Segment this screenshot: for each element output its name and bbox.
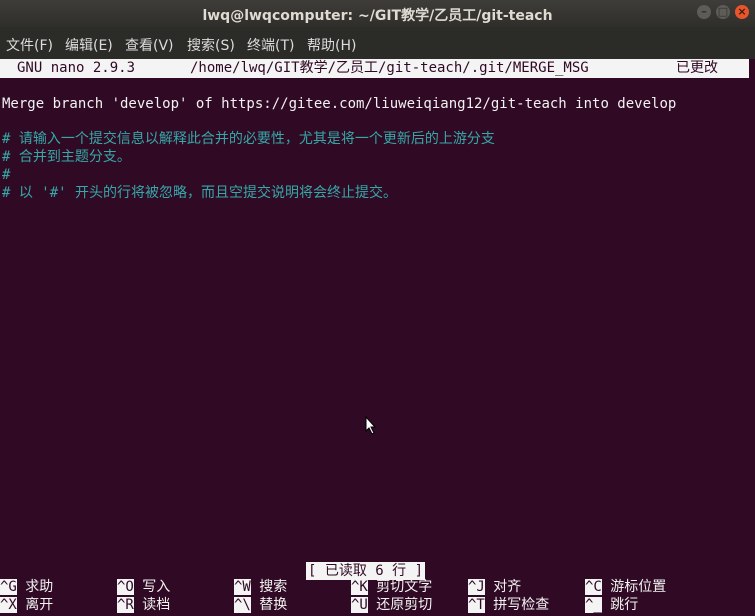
nano-modified-state: 已更改 [676,60,718,76]
shortcut-where-is[interactable]: ^W 搜索 [234,579,287,596]
menu-file[interactable]: 文件(F) [6,35,53,55]
shortcut-spell-check[interactable]: ^T 拼写检查 [468,597,549,614]
window-titlebar: lwq@lwqcomputer: ~/GIT教学/乙员工/git-teach –… [0,0,755,27]
menu-bar: 文件(F) 编辑(E) 查看(V) 搜索(S) 终端(T) 帮助(H) [0,27,755,59]
comment-line: # [2,167,11,183]
close-button[interactable]: × [735,5,749,19]
shortcut-replace[interactable]: ^\ 替换 [234,597,287,614]
shortcut-read-file[interactable]: ^R 读档 [117,597,170,614]
menu-search[interactable]: 搜索(S) [187,35,235,55]
shortcut-go-to-line[interactable]: ^_ 跳行 [585,597,638,614]
comment-line: # 合并到主题分支。 [2,149,131,165]
menu-terminal[interactable]: 终端(T) [247,35,294,55]
menu-edit[interactable]: 编辑(E) [65,35,113,55]
shortcut-cut-text[interactable]: ^K 剪切文字 [351,579,432,596]
window-title: lwq@lwqcomputer: ~/GIT教学/乙员工/git-teach [202,8,553,24]
merge-message-line: Merge branch 'develop' of https://gitee.… [2,96,677,112]
nano-filename: /home/lwq/GIT教学/乙员工/git-teach/.git/MERGE… [190,60,589,76]
nano-version: GNU nano 2.9.3 [17,60,136,76]
minimize-button[interactable]: – [697,5,711,19]
shortcut-justify[interactable]: ^J 对齐 [468,579,521,596]
shortcut-uncut-text[interactable]: ^U 还原剪切 [351,597,432,614]
nano-header: GNU nano 2.9.3 /home/lwq/GIT教学/乙员工/git-t… [0,59,749,78]
status-message: [ 已读取 6 行 ] [306,562,426,580]
comment-line: # 请输入一个提交信息以解释此合并的必要性，尤其是将一个更新后的上游分支 [2,131,495,147]
shortcut-cur-pos[interactable]: ^C 游标位置 [585,579,666,596]
terminal-area[interactable]: GNU nano 2.9.3 /home/lwq/GIT教学/乙员工/git-t… [0,59,755,616]
comment-line: # 以 '#' 开头的行将被忽略，而且空提交说明将会终止提交。 [2,185,397,201]
shortcut-exit[interactable]: ^X 离开 [0,597,53,614]
menu-help[interactable]: 帮助(H) [307,35,356,55]
shortcut-write-out[interactable]: ^O 写入 [117,579,170,596]
maximize-button[interactable]: □ [716,5,730,19]
shortcut-get-help[interactable]: ^G 求助 [0,579,53,596]
mouse-pointer-icon [365,416,377,435]
menu-view[interactable]: 查看(V) [125,35,174,55]
